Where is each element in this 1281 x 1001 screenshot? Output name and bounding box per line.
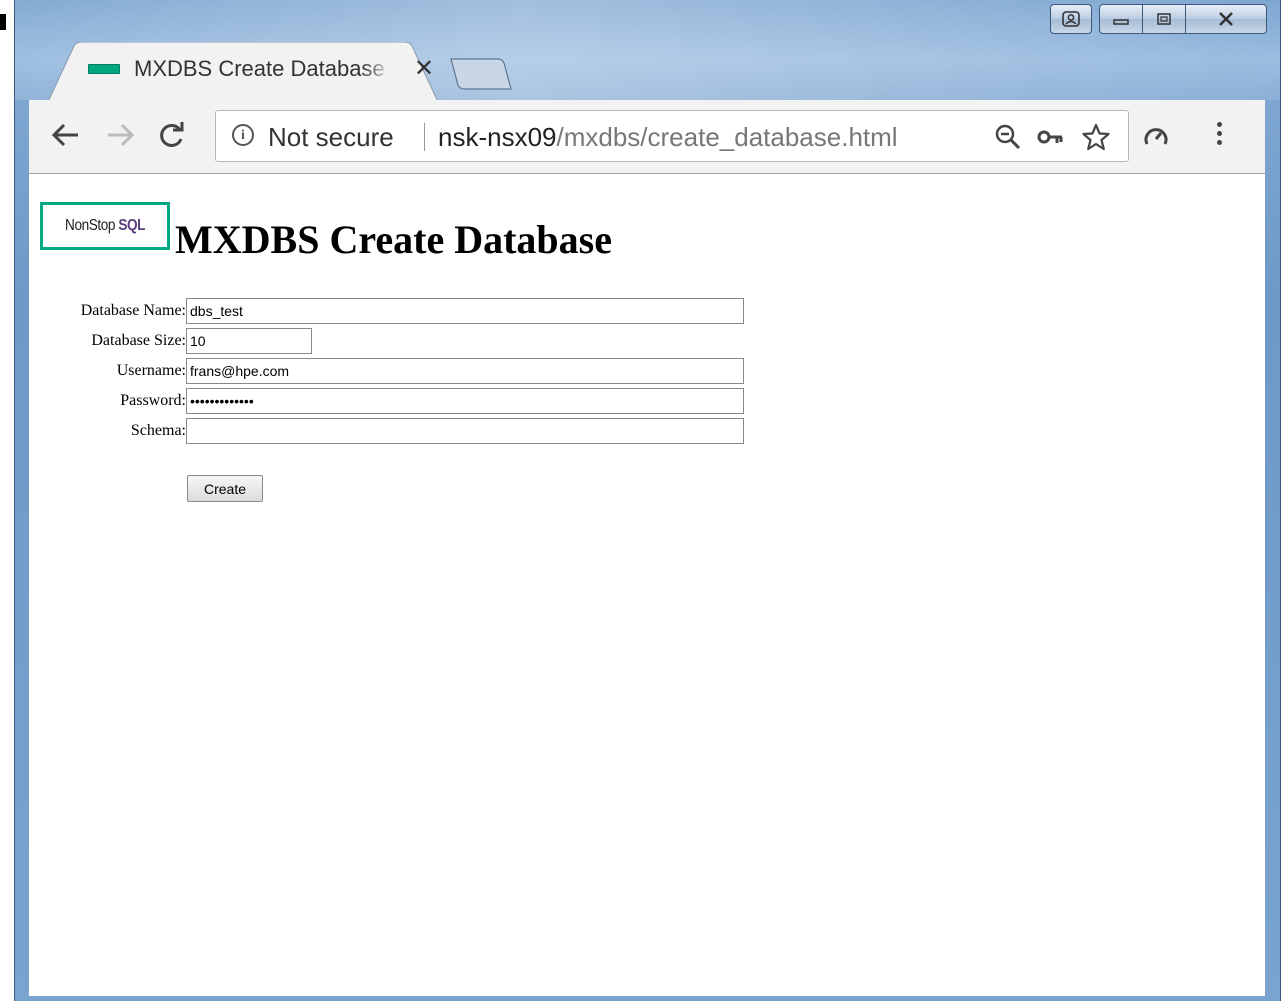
- key-icon[interactable]: [1036, 123, 1064, 151]
- star-icon[interactable]: [1082, 123, 1110, 151]
- schema-field[interactable]: [186, 418, 744, 444]
- password-label: Password:: [120, 392, 186, 409]
- logo-text-plain: NonStop: [64, 217, 115, 234]
- schema-row: Schema:: [40, 417, 744, 445]
- tab-close-icon[interactable]: ✕: [414, 57, 434, 81]
- password-row: Password:: [40, 387, 744, 415]
- zoom-icon[interactable]: [994, 123, 1022, 151]
- database-name-row: Database Name:: [40, 297, 744, 325]
- username-row: Username:: [40, 357, 744, 385]
- person-icon: [1062, 11, 1080, 27]
- window-caption-buttons: [1050, 4, 1267, 36]
- password-field[interactable]: [186, 388, 744, 414]
- tab-title: MXDBS Create Database: [134, 56, 392, 82]
- schema-label: Schema:: [130, 422, 186, 439]
- tab-active[interactable]: MXDBS Create Database ✕: [48, 42, 438, 102]
- minimize-icon: [1113, 19, 1129, 25]
- database-size-row: Database Size:: [40, 327, 312, 355]
- menu-icon[interactable]: [1217, 122, 1223, 149]
- page-title: MXDBS Create Database: [175, 217, 612, 262]
- close-window-button[interactable]: [1185, 4, 1267, 34]
- favicon-icon: [88, 64, 120, 74]
- username-field[interactable]: [186, 358, 744, 384]
- forward-button[interactable]: [105, 122, 135, 154]
- reload-icon: [160, 122, 184, 147]
- database-size-label: Database Size:: [91, 332, 186, 349]
- arrow-left-icon: [51, 123, 78, 147]
- url-host: nsk-nsx09: [438, 122, 557, 152]
- new-tab-button[interactable]: [450, 58, 512, 90]
- page-content: NonStop SQL MXDBS Create Database Databa…: [29, 174, 1265, 996]
- create-button[interactable]: Create: [187, 475, 263, 502]
- info-icon[interactable]: i: [232, 124, 254, 146]
- browser-toolbar: i Not secure nsk-nsx09/mxdbs/create_data…: [29, 100, 1265, 174]
- close-icon: [1219, 12, 1233, 26]
- database-size-field[interactable]: [186, 328, 312, 354]
- minimize-button[interactable]: [1099, 4, 1143, 34]
- profile-button[interactable]: [1050, 4, 1092, 34]
- back-button[interactable]: [51, 122, 81, 154]
- restore-icon: [1157, 13, 1171, 25]
- database-name-label: Database Name:: [80, 302, 186, 319]
- arrow-right-icon: [108, 123, 135, 147]
- security-label: Not secure: [268, 122, 394, 152]
- address-bar[interactable]: i Not secure nsk-nsx09/mxdbs/create_data…: [215, 110, 1129, 162]
- reload-button[interactable]: [157, 122, 185, 156]
- nonstop-sql-logo: NonStop SQL: [40, 202, 170, 250]
- maximize-button[interactable]: [1142, 4, 1186, 34]
- logo-text: NonStop SQL: [65, 217, 145, 235]
- url-path: /mxdbs/create_database.html: [556, 122, 898, 152]
- speedometer-icon[interactable]: [1143, 124, 1169, 150]
- database-name-field[interactable]: [186, 298, 744, 324]
- corner-mark: [0, 14, 6, 30]
- logo-text-bold: SQL: [118, 217, 145, 234]
- address-separator: [424, 123, 425, 151]
- username-label: Username:: [116, 362, 186, 379]
- url-text[interactable]: nsk-nsx09/mxdbs/create_database.html: [438, 122, 898, 153]
